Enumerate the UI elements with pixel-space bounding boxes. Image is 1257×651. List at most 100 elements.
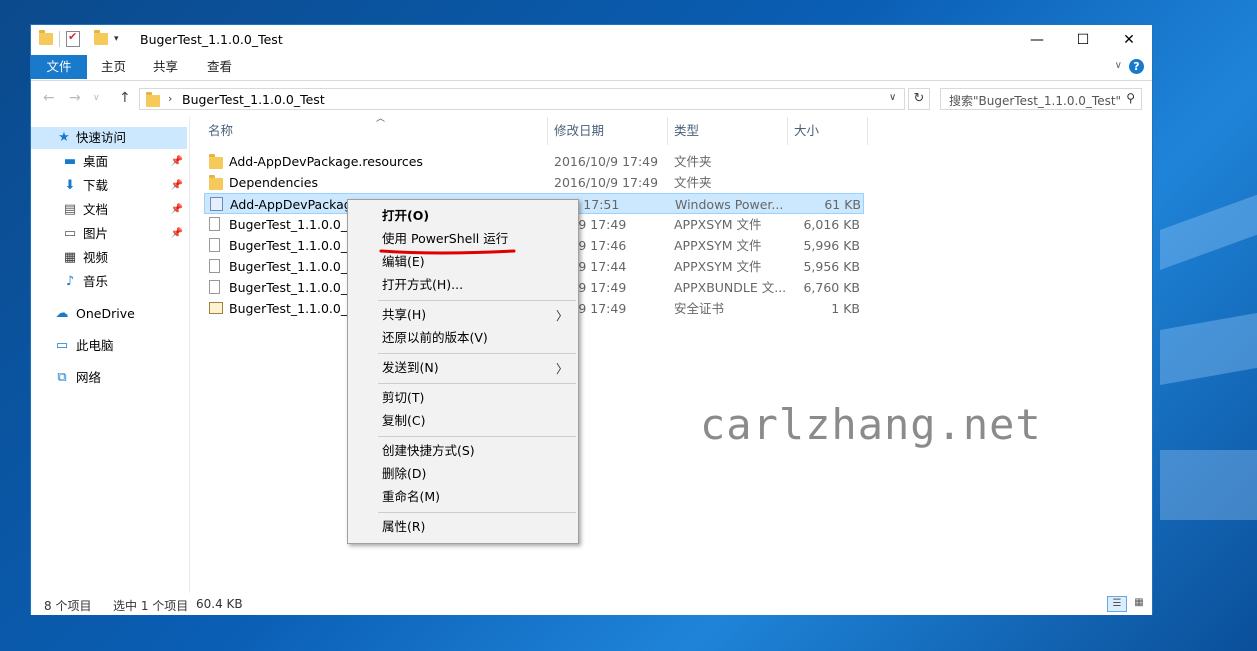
menu-item-cut[interactable]: 剪切(T) <box>382 387 424 409</box>
details-view-icon[interactable]: ☰ <box>1107 596 1127 612</box>
tab-file[interactable]: 文件 <box>31 55 87 79</box>
pin-icon[interactable]: 📌 <box>171 175 183 197</box>
certificate-icon <box>209 302 223 314</box>
item-count: 8 个项目 <box>44 599 92 613</box>
submenu-chevron-icon: 〉 <box>555 362 568 376</box>
close-button[interactable]: ✕ <box>1106 25 1152 55</box>
menu-divider <box>378 353 576 354</box>
new-folder-icon[interactable] <box>94 30 108 45</box>
download-icon: ⬇ <box>64 178 76 193</box>
sort-ascending-icon: ︿ <box>376 114 386 124</box>
folder-icon <box>209 175 223 190</box>
breadcrumb[interactable]: BugerTest_1.1.0.0_Test <box>182 92 325 107</box>
powershell-script-icon <box>210 197 223 211</box>
column-header-date[interactable]: 修改日期 <box>548 117 668 145</box>
nav-item-music[interactable]: ♪ 音乐 <box>31 271 187 293</box>
explorer-window: ▾ BugerTest_1.1.0.0_Test — ☐ ✕ 文件 主页 共享 … <box>30 24 1153 615</box>
document-icon: ▤ <box>63 202 77 217</box>
column-header-type[interactable]: 类型 <box>668 117 788 145</box>
computer-icon: ▭ <box>55 338 69 353</box>
file-icon <box>209 238 220 252</box>
help-icon[interactable]: ? <box>1129 59 1144 74</box>
menu-item-open-with[interactable]: 打开方式(H)... <box>382 274 463 296</box>
folder-icon <box>39 30 53 45</box>
menu-item-properties[interactable]: 属性(R) <box>382 516 425 538</box>
search-icon: ⚲ <box>1126 91 1135 105</box>
nav-quick-access[interactable]: ★ 快速访问 <box>31 127 187 149</box>
selection-count: 选中 1 个项目 <box>113 599 189 613</box>
column-header-size[interactable]: 大小 <box>788 117 868 145</box>
breadcrumb-chevron-icon[interactable]: › <box>168 92 172 105</box>
maximize-button[interactable]: ☐ <box>1060 25 1106 55</box>
toolbar-divider <box>59 31 60 47</box>
title-bar: ▾ BugerTest_1.1.0.0_Test — ☐ ✕ <box>31 25 1152 55</box>
pin-icon[interactable]: 📌 <box>171 199 183 221</box>
properties-icon[interactable] <box>66 30 80 47</box>
pin-icon[interactable]: 📌 <box>171 223 183 245</box>
menu-divider <box>378 436 576 437</box>
menu-item-rename[interactable]: 重命名(M) <box>382 486 440 508</box>
menu-item-delete[interactable]: 删除(D) <box>382 463 426 485</box>
folder-icon <box>209 154 223 169</box>
address-row: ← → ∨ ↑ › BugerTest_1.1.0.0_Test ∨ ↻ 搜索"… <box>31 81 1152 117</box>
table-row[interactable]: Dependencies 2016/10/9 17:49 文件夹 <box>204 172 864 193</box>
context-menu: 打开(O) 使用 PowerShell 运行 编辑(E) 打开方式(H)... … <box>347 199 579 544</box>
submenu-chevron-icon: 〉 <box>555 309 568 323</box>
selection-size: 60.4 KB <box>196 597 243 611</box>
search-input[interactable]: 搜索"BugerTest_1.1.0.0_Test" ⚲ <box>940 88 1142 110</box>
menu-item-open[interactable]: 打开(O) <box>382 205 429 227</box>
expand-ribbon-icon[interactable]: ∨ <box>1115 60 1122 71</box>
forward-arrow-icon[interactable]: → <box>69 90 81 106</box>
desktop-light-streak <box>1160 310 1257 385</box>
menu-item-share[interactable]: 共享(H) <box>382 304 426 326</box>
nav-network[interactable]: ⧉ 网络 <box>31 367 187 389</box>
star-icon: ★ <box>58 130 70 145</box>
watermark: carlzhang.net <box>700 400 1042 449</box>
nav-item-documents[interactable]: ▤ 文档 📌 <box>31 199 187 221</box>
desktop-light-streak <box>1160 189 1257 270</box>
menu-item-create-shortcut[interactable]: 创建快捷方式(S) <box>382 440 475 462</box>
customize-toolbar-dropdown-icon[interactable]: ▾ <box>114 34 119 44</box>
file-icon <box>209 259 220 273</box>
address-history-dropdown-icon[interactable]: ∨ <box>889 92 896 103</box>
nav-item-downloads[interactable]: ⬇ 下载 📌 <box>31 175 187 197</box>
nav-item-desktop[interactable]: ▬ 桌面 📌 <box>31 151 187 173</box>
menu-item-send-to[interactable]: 发送到(N) <box>382 357 439 379</box>
nav-item-pictures[interactable]: ▭ 图片 📌 <box>31 223 187 245</box>
address-bar[interactable]: › BugerTest_1.1.0.0_Test <box>139 88 905 110</box>
ribbon-tabs: 文件 主页 共享 查看 ∨ ? <box>31 55 1152 81</box>
menu-item-restore-previous-versions[interactable]: 还原以前的版本(V) <box>382 327 488 349</box>
desktop-light-streak <box>1160 450 1257 520</box>
minimize-button[interactable]: — <box>1014 25 1060 55</box>
search-placeholder: 搜索"BugerTest_1.1.0.0_Test" <box>949 94 1122 108</box>
back-arrow-icon[interactable]: ← <box>43 90 55 106</box>
window-title: BugerTest_1.1.0.0_Test <box>140 32 283 47</box>
nav-onedrive[interactable]: ☁ OneDrive <box>31 303 187 325</box>
column-header-name[interactable]: 名称 <box>202 117 548 145</box>
menu-item-edit[interactable]: 编辑(E) <box>382 251 425 273</box>
menu-divider <box>378 300 576 301</box>
nav-this-pc[interactable]: ▭ 此电脑 <box>31 335 187 357</box>
table-row[interactable]: Add-AppDevPackage.resources 2016/10/9 17… <box>204 151 864 172</box>
file-list: 名称 ︿ 修改日期 类型 大小 Add-AppDevPackage.resour… <box>190 114 1152 593</box>
large-icons-view-icon[interactable]: ▦ <box>1129 596 1149 612</box>
recent-locations-icon[interactable]: ∨ <box>93 93 100 103</box>
status-bar: 8 个项目 选中 1 个项目 60.4 KB ☰ ▦ <box>31 593 1152 615</box>
cloud-icon: ☁ <box>55 306 69 321</box>
network-icon: ⧉ <box>57 370 67 385</box>
folder-icon <box>146 92 160 107</box>
picture-icon: ▭ <box>63 226 77 241</box>
navigation-pane: ★ 快速访问 ▬ 桌面 📌 ⬇ 下载 📌 ▤ 文档 📌 ▭ 图片 📌 ▦ 视频 <box>31 117 190 593</box>
tab-view[interactable]: 查看 <box>193 55 246 79</box>
file-icon <box>209 280 220 294</box>
menu-item-copy[interactable]: 复制(C) <box>382 410 425 432</box>
refresh-button[interactable]: ↻ <box>908 88 930 110</box>
tab-home[interactable]: 主页 <box>87 55 140 79</box>
nav-item-videos[interactable]: ▦ 视频 <box>31 247 187 269</box>
menu-divider <box>378 512 576 513</box>
tab-share[interactable]: 共享 <box>139 55 192 79</box>
pin-icon[interactable]: 📌 <box>171 151 183 173</box>
up-arrow-icon[interactable]: ↑ <box>119 90 131 106</box>
quick-access-toolbar: ▾ <box>39 30 119 47</box>
music-note-icon: ♪ <box>65 274 75 289</box>
